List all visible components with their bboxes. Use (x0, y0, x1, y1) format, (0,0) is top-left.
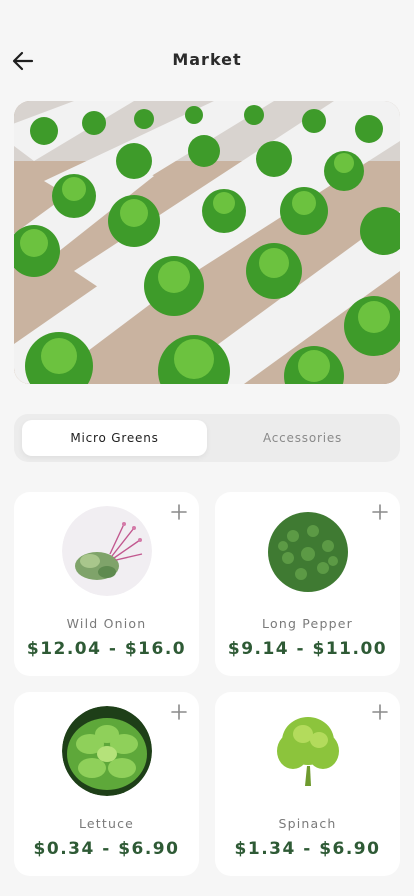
tab-micro-greens[interactable]: Micro Greens (22, 420, 207, 456)
product-name: Lettuce (78, 816, 135, 831)
header: Market (0, 40, 414, 80)
hydroponic-image (14, 101, 400, 384)
product-name: Wild Onion (66, 616, 147, 631)
plus-icon[interactable] (372, 704, 388, 720)
product-name: Spinach (278, 816, 337, 831)
category-tabs: Micro Greens Accessories (14, 414, 400, 462)
product-card-lettuce[interactable]: Lettuce $0.34 - $6.90 (14, 692, 199, 876)
leafy-green-image (263, 706, 353, 796)
product-price: $0.34 - $6.90 (33, 839, 180, 859)
product-card-spinach[interactable]: Spinach $1.34 - $6.90 (215, 692, 400, 876)
plus-icon[interactable] (171, 504, 187, 520)
product-price: $9.14 - $11.00 (227, 639, 388, 659)
product-card-long-pepper[interactable]: Long Pepper $9.14 - $11.00 (215, 492, 400, 676)
plus-icon[interactable] (372, 504, 388, 520)
microgreens-image (62, 506, 152, 596)
product-price: $12.04 - $16.0 (26, 639, 187, 659)
page-title: Market (172, 50, 242, 69)
plus-icon[interactable] (171, 704, 187, 720)
lettuce-image (62, 706, 152, 796)
tab-accessories[interactable]: Accessories (210, 420, 395, 456)
leaf-pile-image (263, 506, 353, 596)
product-price: $1.34 - $6.90 (234, 839, 381, 859)
product-card-wild-onion[interactable]: Wild Onion $12.04 - $16.0 (14, 492, 199, 676)
product-name: Long Pepper (262, 616, 353, 631)
hero-image (14, 101, 400, 384)
